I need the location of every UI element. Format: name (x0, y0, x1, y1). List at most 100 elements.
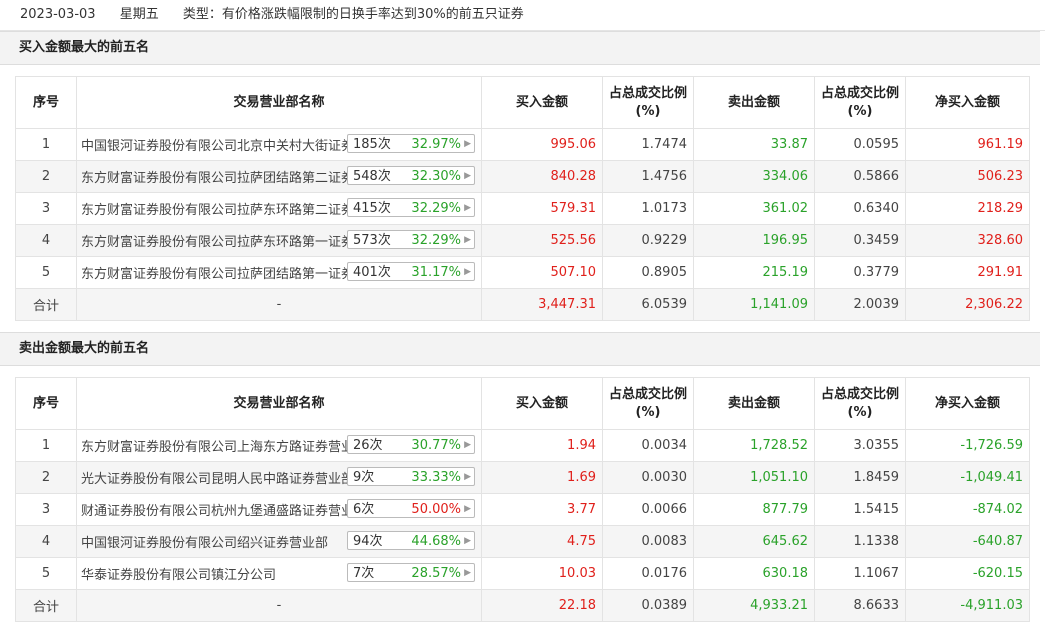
branch-cell[interactable]: 中国银河证券股份有限公司北京中关村大街证券营业部 185次 32.97%▶ (76, 128, 482, 161)
row-number: 1 (15, 429, 77, 462)
sell-ratio: 0.3779 (814, 256, 906, 289)
branch-cell[interactable]: 光大证券股份有限公司昆明人民中路证券营业部 9次 33.33% ▶ (76, 461, 482, 494)
col-header-sell: 卖出金额 (693, 76, 815, 129)
net-buy-amount: -874.02 (905, 493, 1030, 526)
col-header-net: 净买入金额 (905, 377, 1030, 430)
branch-stats-dropdown[interactable]: 401次 31.17% ▶ (347, 262, 475, 281)
branch-cell[interactable]: 东方财富证券股份有限公司拉萨团结路第一证券营业部 401次 31.17%▶ (76, 256, 482, 289)
col-header-no: 序号 (15, 76, 77, 129)
win-rate-percent: 44.68% (411, 534, 461, 549)
branch-cell[interactable]: 东方财富证券股份有限公司拉萨东环路第一证券营业部 573次 32.29%▶ (76, 224, 482, 257)
sell-amount: 1,728.52 (693, 429, 815, 462)
sell-ratio: 0.6340 (814, 192, 906, 225)
total-label: 合计 (15, 589, 77, 622)
caret-right-icon: ▶ (464, 472, 471, 482)
branch-stats-dropdown[interactable]: 6次 50.00% ▶ (347, 499, 475, 518)
branch-stats-dropdown[interactable]: 7次 28.57% ▶ (347, 563, 475, 582)
branch-cell[interactable]: 东方财富证券股份有限公司拉萨东环路第二证券营业部 415次 32.29%▶ (76, 192, 482, 225)
total-buy-ratio: 0.0389 (602, 589, 694, 622)
buy-ratio: 0.9229 (602, 224, 694, 257)
branch-stats-dropdown[interactable]: 26次 30.77% ▶ (347, 435, 475, 454)
listing-count: 401次 (353, 265, 391, 280)
sell-ratio: 0.0595 (814, 128, 906, 161)
buy-ratio: 1.4756 (602, 160, 694, 193)
branch-name-link[interactable]: 东方财富证券股份有限公司拉萨团结路第二证券营业部 (81, 167, 347, 186)
table-row: 2东方财富证券股份有限公司拉萨团结路第二证券营业部 548次 32.30%▶ 840.… (15, 160, 1030, 193)
buy-amount: 4.75 (481, 525, 603, 558)
win-rate-percent: 30.77% (411, 438, 461, 453)
branch-stats-dropdown[interactable]: 548次 32.30% ▶ (347, 166, 475, 185)
row-number: 3 (15, 493, 77, 526)
total-buy-amount: 22.18 (481, 589, 603, 622)
branch-stats-dropdown[interactable]: 573次 32.29% ▶ (347, 230, 475, 249)
caret-right-icon: ▶ (464, 568, 471, 578)
table-row: 3东方财富证券股份有限公司拉萨东环路第二证券营业部 415次 32.29%▶ 579.… (15, 192, 1030, 225)
top-info-bar: 2023-03-03 星期五 类型：有价格涨跌幅限制的日换手率达到30%的前五只… (0, 0, 1045, 31)
buy-ratio: 0.0066 (602, 493, 694, 526)
col-header-branch: 交易营业部名称 (76, 377, 482, 430)
sell-amount: 33.87 (693, 128, 815, 161)
branch-name-link[interactable]: 华泰证券股份有限公司镇江分公司 (81, 564, 347, 583)
branch-stats-dropdown[interactable]: 94次 44.68% ▶ (347, 531, 475, 550)
total-branch-placeholder: - (76, 288, 482, 321)
total-sell-amount: 1,141.09 (693, 288, 815, 321)
sell-amount: 334.06 (693, 160, 815, 193)
sell-amount: 1,051.10 (693, 461, 815, 494)
sell-ratio: 0.3459 (814, 224, 906, 257)
branch-cell[interactable]: 华泰证券股份有限公司镇江分公司 7次 28.57% ▶ (76, 557, 482, 590)
win-rate-percent: 50.00% (411, 502, 461, 517)
caret-right-icon: ▶ (464, 139, 471, 149)
win-rate-percent: 32.29% (411, 201, 461, 216)
sell-ratio: 1.8459 (814, 461, 906, 494)
branch-name-link[interactable]: 中国银河证券股份有限公司北京中关村大街证券营业部 (81, 135, 347, 154)
col-header-sell-ratio: 占总成交比例(%) (814, 76, 906, 129)
sell-amount: 877.79 (693, 493, 815, 526)
listing-count: 6次 (353, 502, 375, 517)
buy-ratio: 0.0034 (602, 429, 694, 462)
branch-cell[interactable]: 财通证券股份有限公司杭州九堡通盛路证券营业部 6次 50.00% ▶ (76, 493, 482, 526)
branch-stats-dropdown[interactable]: 185次 32.97% ▶ (347, 134, 475, 153)
caret-right-icon: ▶ (464, 203, 471, 213)
buy-amount: 3.77 (481, 493, 603, 526)
total-buy-ratio: 6.0539 (602, 288, 694, 321)
branch-name-link[interactable]: 东方财富证券股份有限公司拉萨团结路第一证券营业部 (81, 263, 347, 282)
win-rate-percent: 31.17% (411, 265, 461, 280)
table-row: 3 财通证券股份有限公司杭州九堡通盛路证券营业部 6次 50.00% ▶ 3.77 0.00… (15, 493, 1030, 526)
total-row: 合计 -22.18 0.0389 4,933.21 8.6633 -4,911.03 (15, 589, 1030, 622)
sell-ratio: 0.5866 (814, 160, 906, 193)
branch-name-link[interactable]: 东方财富证券股份有限公司拉萨东环路第一证券营业部 (81, 231, 347, 250)
net-buy-amount: 506.23 (905, 160, 1030, 193)
net-buy-amount: 291.91 (905, 256, 1030, 289)
row-number: 2 (15, 461, 77, 494)
win-rate-percent: 32.29% (411, 233, 461, 248)
sell-ratio: 3.0355 (814, 429, 906, 462)
net-buy-amount: 218.29 (905, 192, 1030, 225)
type-label: 类型：有价格涨跌幅限制的日换手率达到30%的前五只证券 (182, 7, 524, 22)
sell-ratio: 1.1338 (814, 525, 906, 558)
branch-stats-dropdown[interactable]: 415次 32.29% ▶ (347, 198, 475, 217)
total-net-amount: -4,911.03 (905, 589, 1030, 622)
buy-ratio: 1.7474 (602, 128, 694, 161)
listing-count: 94次 (353, 534, 383, 549)
total-row: 合计 -3,447.31 6.0539 1,141.09 2.0039 2,306.22 (15, 288, 1030, 321)
branch-name-link[interactable]: 财通证券股份有限公司杭州九堡通盛路证券营业部 (81, 500, 347, 519)
listing-count: 9次 (353, 470, 375, 485)
branch-cell[interactable]: 中国银河证券股份有限公司绍兴证券营业部 94次 44.68% ▶ (76, 525, 482, 558)
listing-count: 573次 (353, 233, 391, 248)
buy-amount: 1.94 (481, 429, 603, 462)
branch-stats-dropdown[interactable]: 9次 33.33% ▶ (347, 467, 475, 486)
branch-name-link[interactable]: 中国银河证券股份有限公司绍兴证券营业部 (81, 532, 347, 551)
branch-name-link[interactable]: 光大证券股份有限公司昆明人民中路证券营业部 (81, 468, 347, 487)
branch-name-link[interactable]: 东方财富证券股份有限公司上海东方路证券营业部 (81, 436, 347, 455)
branch-cell[interactable]: 东方财富证券股份有限公司上海东方路证券营业部 26次 30.77% ▶ (76, 429, 482, 462)
row-number: 2 (15, 160, 77, 193)
branch-name-link[interactable]: 东方财富证券股份有限公司拉萨东环路第二证券营业部 (81, 199, 347, 218)
buy-top5-table: 序号 交易营业部名称 买入金额 占总成交比例(%) 卖出金额 占总成交比例(%)… (15, 76, 1030, 321)
listing-count: 26次 (353, 438, 383, 453)
buy-amount: 840.28 (481, 160, 603, 193)
buy-amount: 10.03 (481, 557, 603, 590)
branch-cell[interactable]: 东方财富证券股份有限公司拉萨团结路第二证券营业部 548次 32.30%▶ (76, 160, 482, 193)
sell-top5-table: 序号 交易营业部名称 买入金额 占总成交比例(%) 卖出金额 占总成交比例(%)… (15, 377, 1030, 622)
net-buy-amount: -1,049.41 (905, 461, 1030, 494)
table-row: 1 东方财富证券股份有限公司上海东方路证券营业部 26次 30.77% ▶ 1.94 0.0… (15, 429, 1030, 462)
